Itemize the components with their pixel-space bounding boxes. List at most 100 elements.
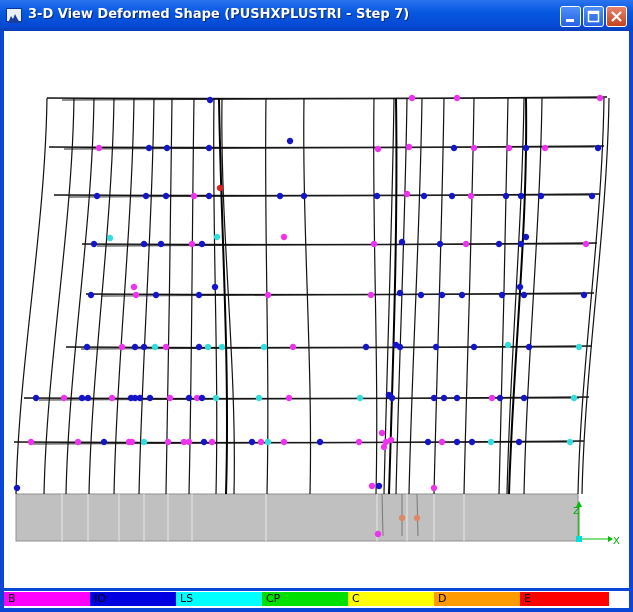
hinge-marker (488, 394, 496, 402)
hinge-marker (520, 291, 528, 299)
hinge-marker (140, 343, 148, 351)
legend-item-ls: LS (176, 592, 262, 606)
hinge-marker (502, 192, 510, 200)
hinge-marker (100, 438, 108, 446)
column-line (463, 97, 475, 495)
hinge-marker (106, 234, 114, 242)
hinge-marker (396, 343, 404, 351)
legend-item-b: B (4, 592, 90, 606)
hinge-marker (468, 438, 476, 446)
hinge-marker (276, 192, 284, 200)
hinge-marker (255, 394, 263, 402)
hinge-marker (195, 291, 203, 299)
hinge-marker (408, 94, 416, 102)
hinge-marker (93, 192, 101, 200)
hinge-marker (432, 343, 440, 351)
z-axis-label: Z (573, 506, 580, 517)
hinge-marker (152, 291, 160, 299)
hinge-marker (368, 482, 376, 490)
hinge-marker (448, 192, 456, 200)
hinge-marker (495, 240, 503, 248)
hinge-marker (373, 192, 381, 200)
hinge-marker (151, 343, 159, 351)
x-axis-label: X (613, 536, 620, 547)
minimize-button[interactable] (560, 6, 581, 27)
column-line (395, 97, 408, 495)
hinge-marker (515, 438, 523, 446)
deformed-shape-drawing[interactable]: XZ (4, 31, 629, 588)
hinge-marker (195, 343, 203, 351)
title-bar[interactable]: 3-D View Deformed Shape (PUSHXPLUSTRI - … (0, 0, 633, 31)
hinge-marker (157, 240, 165, 248)
hinge-marker (213, 233, 221, 241)
window-title: 3-D View Deformed Shape (PUSHXPLUSTRI - … (28, 7, 410, 22)
column-line (213, 97, 218, 495)
hinge-marker (541, 144, 549, 152)
close-button[interactable] (606, 6, 627, 27)
hinge-marker (588, 192, 596, 200)
hinge-marker (424, 438, 432, 446)
hinge-marker (136, 394, 144, 402)
hinge-marker (440, 394, 448, 402)
hinge-marker (74, 438, 82, 446)
hinge-marker (198, 240, 206, 248)
maximize-button[interactable] (583, 6, 604, 27)
hinge-marker (140, 240, 148, 248)
hinge-marker (453, 94, 461, 102)
hinge-marker (374, 530, 382, 538)
hinge-marker (27, 438, 35, 446)
hinge-marker (430, 484, 438, 492)
maximize-icon (587, 10, 600, 23)
hinge-marker (204, 343, 212, 351)
hinge-marker (140, 438, 148, 446)
ground-slab (15, 493, 579, 542)
column-line (15, 97, 48, 495)
hinge-marker (387, 436, 395, 444)
hinge-marker (487, 438, 495, 446)
column-line (383, 97, 395, 495)
hinge-marker (145, 144, 153, 152)
model-viewport[interactable]: XZ (4, 31, 629, 588)
hinge-state-legend: B IO LS CP C D E (4, 591, 629, 608)
hinge-marker (264, 438, 272, 446)
hinge-marker (537, 192, 545, 200)
hinge-marker (257, 438, 265, 446)
hinge-marker (218, 343, 226, 351)
hinge-marker (375, 482, 383, 490)
hinge-marker (131, 343, 139, 351)
hinge-marker (264, 291, 272, 299)
hinge-marker (285, 394, 293, 402)
hinge-marker (206, 96, 214, 104)
hinge-marker (188, 240, 196, 248)
foundation-base (15, 493, 579, 542)
hinge-marker (355, 438, 363, 446)
hinge-marker (280, 233, 288, 241)
hinge-marker (32, 394, 40, 402)
hinge-marker (260, 343, 268, 351)
hinge-marker (374, 145, 382, 153)
hinge-marker (520, 394, 528, 402)
hinge-marker (362, 343, 370, 351)
hinge-marker (130, 283, 138, 291)
hinge-marker (108, 394, 116, 402)
hinge-marker (566, 438, 574, 446)
hinge-marker (216, 184, 224, 192)
hinge-marker (162, 192, 170, 200)
hinge-marker (570, 394, 578, 402)
hinge-marker (436, 240, 444, 248)
legend-item-c: C (348, 592, 434, 606)
column-line (373, 97, 378, 495)
legend-item-cp: CP (262, 592, 348, 606)
hinge-marker (522, 233, 530, 241)
hinge-marker (594, 144, 602, 152)
hinge-marker (163, 144, 171, 152)
hinge-marker (289, 343, 297, 351)
hinge-marker (185, 394, 193, 402)
hinge-marker (505, 144, 513, 152)
hinge-marker (580, 291, 588, 299)
hinge-marker (378, 429, 386, 437)
hinge-marker (504, 341, 512, 349)
hinge-marker (522, 144, 530, 152)
hinge-marker (467, 192, 475, 200)
close-icon (611, 11, 622, 22)
